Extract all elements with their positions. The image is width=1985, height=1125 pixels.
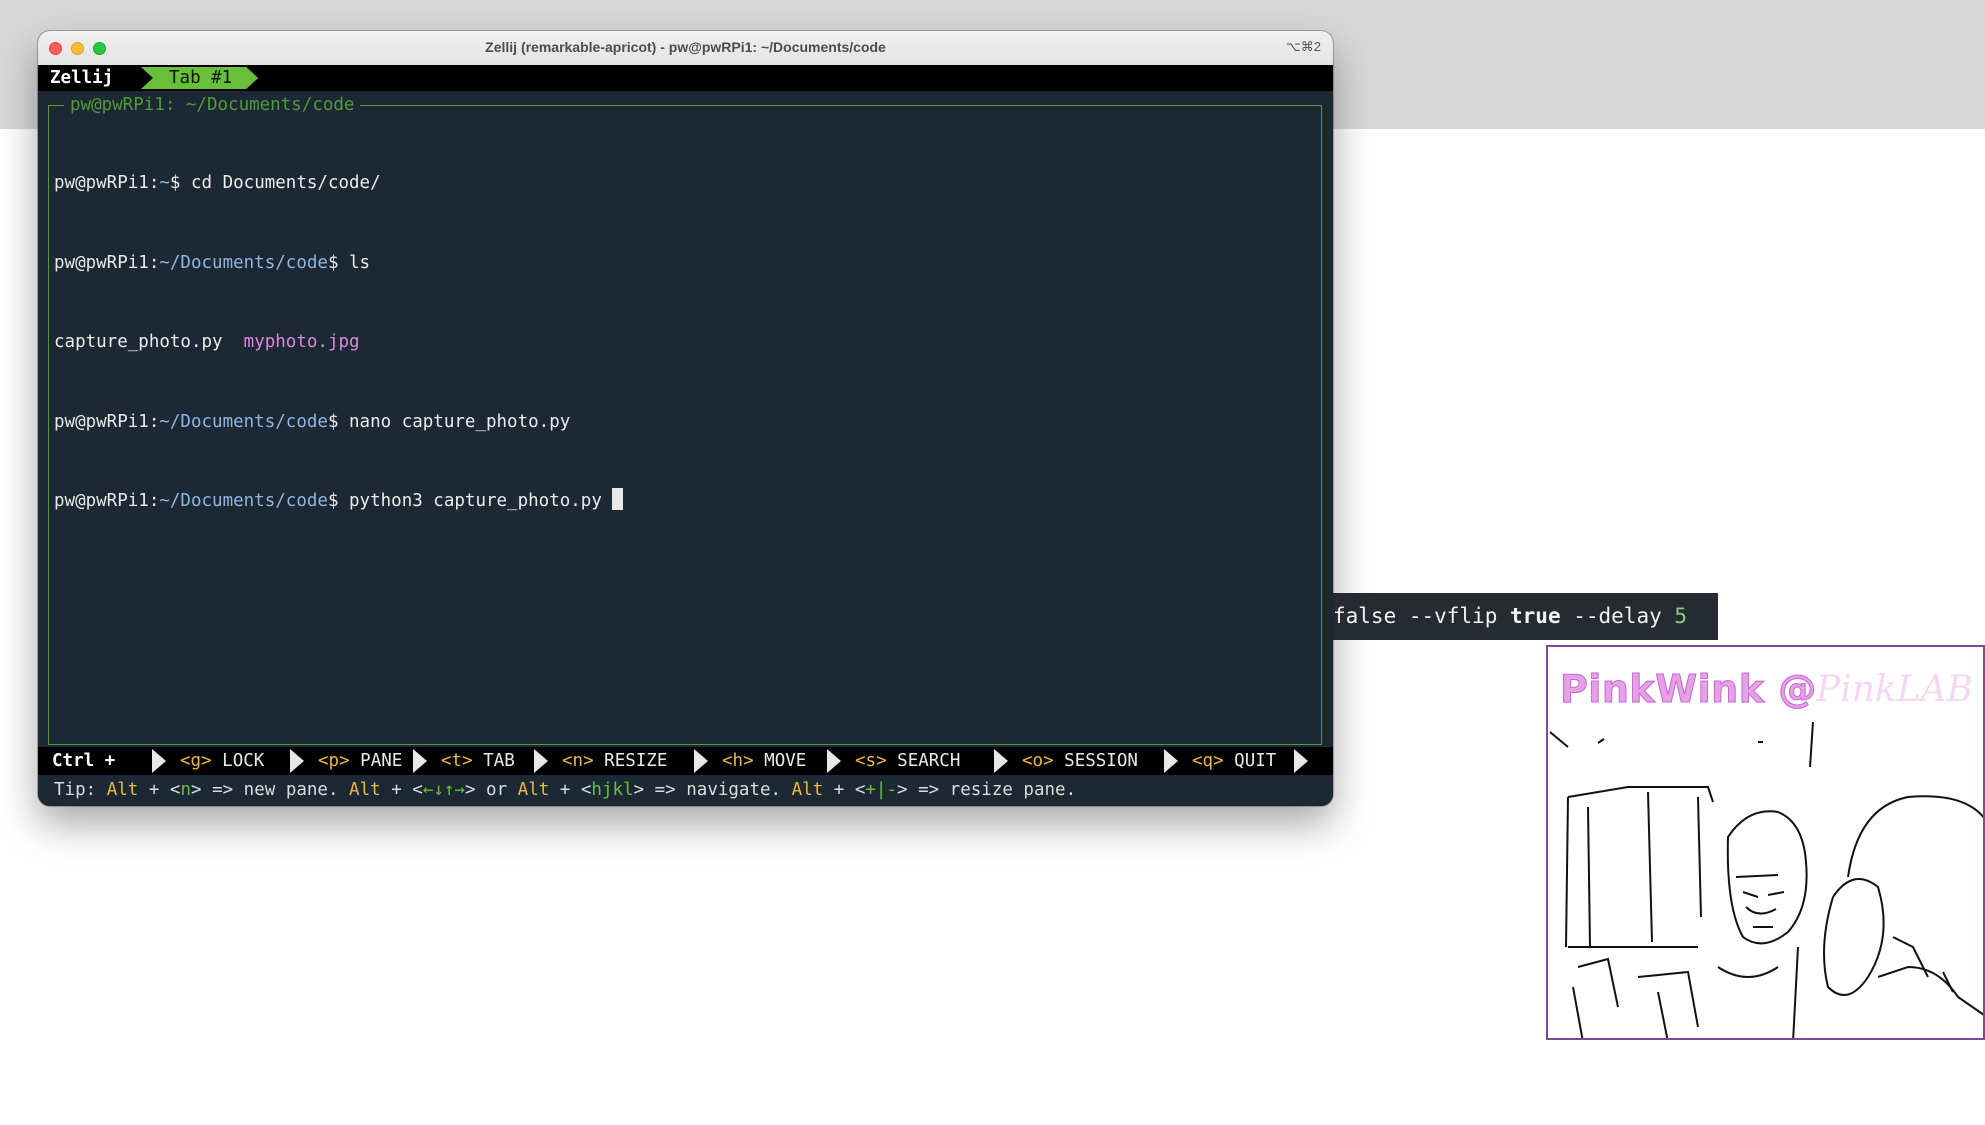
- window-shortcut: ⌥⌘2: [1285, 39, 1321, 54]
- ctrl-modifier-label: Ctrl +: [52, 751, 116, 771]
- zellij-app-label: Zellij: [50, 68, 114, 88]
- terminal-line: pw@pwRPi1:~/Documents/code$ ls: [54, 250, 1316, 277]
- terminal-line: pw@pwRPi1:~/Documents/code$ nano capture…: [54, 409, 1316, 436]
- chevron-separator-icon: [290, 749, 304, 773]
- prompt-path: ~: [159, 173, 170, 193]
- chevron-separator-icon: [994, 749, 1008, 773]
- prompt-symbol: $: [327, 252, 350, 273]
- mode-move[interactable]: <h> MOVE: [708, 749, 806, 773]
- tip-bar: Tip: Alt + <n> => new pane. Alt + <←↓↑→>…: [38, 775, 1333, 806]
- mode-key: <o>: [1022, 751, 1054, 771]
- mode-search[interactable]: <s> SEARCH: [841, 749, 960, 773]
- mode-label: MOVE: [764, 751, 807, 771]
- mode-key: <t>: [441, 751, 473, 771]
- mode-pane[interactable]: <p> PANE: [304, 749, 402, 773]
- prompt-user: pw@pwRPi1:: [54, 252, 160, 273]
- mode-label: LOCK: [222, 751, 265, 771]
- prompt-symbol: $: [169, 173, 191, 193]
- mode-key: <h>: [722, 751, 754, 771]
- ls-output-image-file: myphoto.jpg: [243, 332, 360, 352]
- ls-output-file: capture_photo.py: [54, 332, 223, 352]
- chevron-separator-icon: [1164, 749, 1178, 773]
- prompt-symbol: $: [327, 491, 350, 511]
- prompt-user: pw@pwRPi1:: [54, 173, 160, 193]
- pane-title: pw@pwRPi1: ~/Documents/code: [64, 95, 361, 115]
- tab-1[interactable]: Tab #1: [141, 67, 258, 89]
- window-title: Zellij (remarkable-apricot) - pw@pwRPi1:…: [485, 39, 886, 55]
- chevron-separator-icon: [694, 749, 708, 773]
- terminal-pane[interactable]: pw@pwRPi1: ~/Documents/code pw@pwRPi1:~$…: [48, 95, 1322, 745]
- mode-key: <s>: [855, 751, 887, 771]
- command-text: ls: [349, 252, 371, 273]
- window-titlebar[interactable]: Zellij (remarkable-apricot) - pw@pwRPi1:…: [38, 31, 1333, 66]
- mode-key: <p>: [318, 751, 350, 771]
- prompt-path: ~/Documents/code: [159, 411, 328, 432]
- zellij-tab-bar: Zellij Tab #1: [38, 65, 1333, 91]
- mode-label: SESSION: [1064, 751, 1138, 771]
- mode-label: TAB: [483, 751, 515, 771]
- command-text: cd Documents/code/: [190, 173, 381, 193]
- prompt-symbol: $: [327, 411, 350, 432]
- prompt-user: pw@pwRPi1:: [54, 411, 160, 432]
- prompt-path: ~/Documents/code: [159, 252, 328, 273]
- chevron-separator-icon: [413, 749, 427, 773]
- mode-label: QUIT: [1234, 751, 1277, 771]
- prompt-user: pw@pwRPi1:: [54, 491, 160, 511]
- terminal-line: capture_photo.py myphoto.jpg: [54, 329, 1316, 356]
- command-overlay-strip: false --vflip true --delay 5: [1333, 593, 1718, 640]
- mode-key: <n>: [562, 751, 594, 771]
- mode-label: PANE: [360, 751, 403, 771]
- chevron-separator-icon: [534, 749, 548, 773]
- mode-quit[interactable]: <q> QUIT: [1178, 749, 1276, 773]
- camera-preview: PinkWink @ PinkLAB: [1546, 645, 1985, 1040]
- prompt-path: ~/Documents/code: [159, 491, 328, 511]
- mode-lock[interactable]: <g> LOCK: [166, 749, 264, 773]
- mode-resize[interactable]: <n> RESIZE: [548, 749, 667, 773]
- overlay-command-text: false --vflip true --delay 5: [1333, 604, 1688, 628]
- mode-session[interactable]: <o> SESSION: [1008, 749, 1138, 773]
- zellij-mode-bar: Ctrl + <g> LOCK <p> PANE <t> TAB <n> RES…: [38, 747, 1333, 775]
- chevron-separator-icon: [152, 749, 166, 773]
- chevron-separator-icon: [1294, 749, 1308, 773]
- mode-tab[interactable]: <t> TAB: [427, 749, 515, 773]
- text-cursor: [612, 488, 624, 510]
- tip-text: Tip: Alt + <n> => new pane. Alt + <←↓↑→>…: [54, 780, 1077, 800]
- edge-detected-photo-image: [1549, 721, 1983, 1038]
- command-text: python3 capture_photo.py: [349, 491, 613, 511]
- mode-label: SEARCH: [897, 751, 961, 771]
- command-text: nano capture_photo.py: [349, 411, 571, 432]
- terminal-window[interactable]: Zellij (remarkable-apricot) - pw@pwRPi1:…: [38, 31, 1333, 806]
- mode-key: <q>: [1192, 751, 1224, 771]
- terminal-line: pw@pwRPi1:~/Documents/code$ python3 capt…: [54, 488, 1316, 515]
- terminal-output[interactable]: pw@pwRPi1:~$ cd Documents/code/ pw@pwRPi…: [54, 117, 1316, 568]
- terminal-line: pw@pwRPi1:~$ cd Documents/code/: [54, 170, 1316, 197]
- mode-key: <g>: [180, 751, 212, 771]
- mode-label: RESIZE: [604, 751, 668, 771]
- chevron-separator-icon: [827, 749, 841, 773]
